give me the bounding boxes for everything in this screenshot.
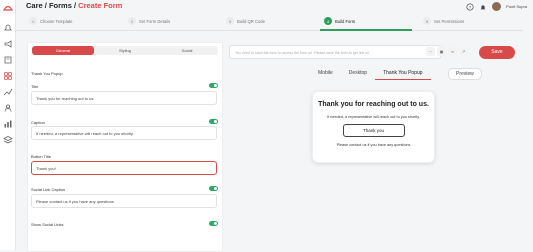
- popup-social-caption: Please contact us if you have any questi…: [336, 143, 411, 147]
- step-number: 5: [423, 17, 431, 25]
- step-build-qr-code[interactable]: 3 Build QR Code: [226, 17, 265, 25]
- show-social-links-label: Show Social Links: [31, 222, 64, 227]
- view-tabs: Mobile Desktop Thank You Popup: [310, 67, 431, 80]
- social-caption-field[interactable]: Please contact us if you have any questi…: [31, 194, 217, 208]
- tab-styling[interactable]: Styling: [94, 46, 156, 55]
- users-icon[interactable]: [3, 103, 13, 113]
- caption-toggle[interactable]: [209, 119, 218, 124]
- editor-tabs: General Styling Social: [32, 46, 218, 55]
- step-build-form[interactable]: 4 Build Form: [324, 17, 355, 25]
- external-link-icon[interactable]: ↗: [459, 47, 468, 56]
- chart-icon[interactable]: [3, 87, 13, 97]
- step-label: Build QR Code: [237, 18, 265, 24]
- step-label: Build Form: [335, 18, 356, 24]
- title-label: Title: [31, 84, 39, 89]
- preview-panel: You need to save the form to access the …: [226, 42, 523, 250]
- qr-icon[interactable]: ▣: [437, 47, 446, 56]
- more-icon[interactable]: ⋯: [426, 47, 435, 56]
- caption-label: Caption: [31, 120, 45, 125]
- button-title-field[interactable]: Thank you!: [31, 161, 217, 175]
- social-caption-toggle[interactable]: [209, 186, 218, 191]
- notification-icon[interactable]: [479, 3, 487, 11]
- url-actions: ⋯ ▣ ∞ ↗: [426, 47, 468, 56]
- user-name[interactable]: Punit Supra: [506, 4, 527, 9]
- top-actions: ? Punit Supra: [466, 2, 527, 11]
- step-number: 1: [29, 17, 37, 25]
- editor-panel: General Styling Social Thank You Popup T…: [27, 42, 223, 252]
- top-bar: Care / Forms / Create Form ? Punit Supra: [16, 0, 533, 14]
- form-url-field[interactable]: You need to save the form to access the …: [229, 45, 441, 59]
- active-step-indicator: [320, 29, 412, 31]
- section-title: Thank You Popup: [31, 71, 63, 76]
- step-label: Set Form Details: [139, 18, 171, 24]
- breadcrumb: Care / Forms / Create Form: [26, 1, 122, 10]
- breadcrumb-current: Create Form: [78, 1, 123, 10]
- step-set-form-details[interactable]: 2 Set Form Details: [128, 17, 170, 25]
- campaign-icon[interactable]: [3, 39, 13, 49]
- title-field[interactable]: Thank you for reaching out to us.: [31, 91, 217, 105]
- tab-desktop[interactable]: Desktop: [341, 67, 375, 80]
- breadcrumb-care[interactable]: Care: [26, 1, 43, 10]
- grid-icon[interactable]: [3, 71, 13, 81]
- help-icon[interactable]: ?: [466, 2, 474, 11]
- step-number: 2: [128, 17, 136, 25]
- thank-you-popup-preview: Thank you for reaching out to us. If nee…: [312, 91, 435, 163]
- save-button[interactable]: Save: [479, 46, 515, 59]
- step-label: Choose Template: [40, 18, 73, 24]
- step-choose-template[interactable]: 1 Choose Template: [29, 17, 73, 25]
- layers-icon[interactable]: [3, 135, 13, 145]
- breadcrumb-forms[interactable]: Forms: [49, 1, 72, 10]
- tab-thank-you-popup[interactable]: Thank You Popup: [375, 67, 431, 80]
- button-title-label: Button Title: [31, 154, 52, 159]
- social-caption-label: Social Link Caption: [31, 187, 66, 192]
- show-social-links-toggle[interactable]: [209, 221, 218, 226]
- breadcrumb-separator: /: [73, 1, 77, 10]
- title-toggle[interactable]: [209, 83, 218, 88]
- tab-general[interactable]: General: [32, 46, 94, 55]
- popup-button[interactable]: Thank you: [342, 124, 405, 137]
- avatar[interactable]: [492, 2, 502, 11]
- caption-field[interactable]: If needed, a representative will reach o…: [31, 126, 217, 140]
- link-icon[interactable]: ∞: [448, 47, 457, 56]
- step-label: Set Permissions: [434, 18, 465, 24]
- popup-title: Thank you for reaching out to us.: [318, 101, 429, 108]
- side-rail: [0, 0, 16, 250]
- bar-chart-icon[interactable]: [3, 119, 13, 129]
- tab-social[interactable]: Social: [156, 46, 218, 55]
- breadcrumb-separator: /: [44, 1, 47, 10]
- svg-text:?: ?: [469, 4, 472, 9]
- popup-caption: If needed, a representative will reach o…: [327, 115, 420, 119]
- preview-button[interactable]: Preview: [448, 68, 482, 80]
- tab-mobile[interactable]: Mobile: [310, 67, 341, 80]
- step-set-permissions[interactable]: 5 Set Permissions: [423, 17, 464, 25]
- forms-icon[interactable]: [3, 55, 13, 65]
- bell-icon[interactable]: [3, 22, 13, 32]
- step-number: 3: [226, 17, 234, 25]
- stepper: 1 Choose Template 2 Set Form Details 3 B…: [16, 15, 523, 31]
- logo-icon[interactable]: [3, 3, 13, 13]
- step-number: 4: [324, 17, 332, 25]
